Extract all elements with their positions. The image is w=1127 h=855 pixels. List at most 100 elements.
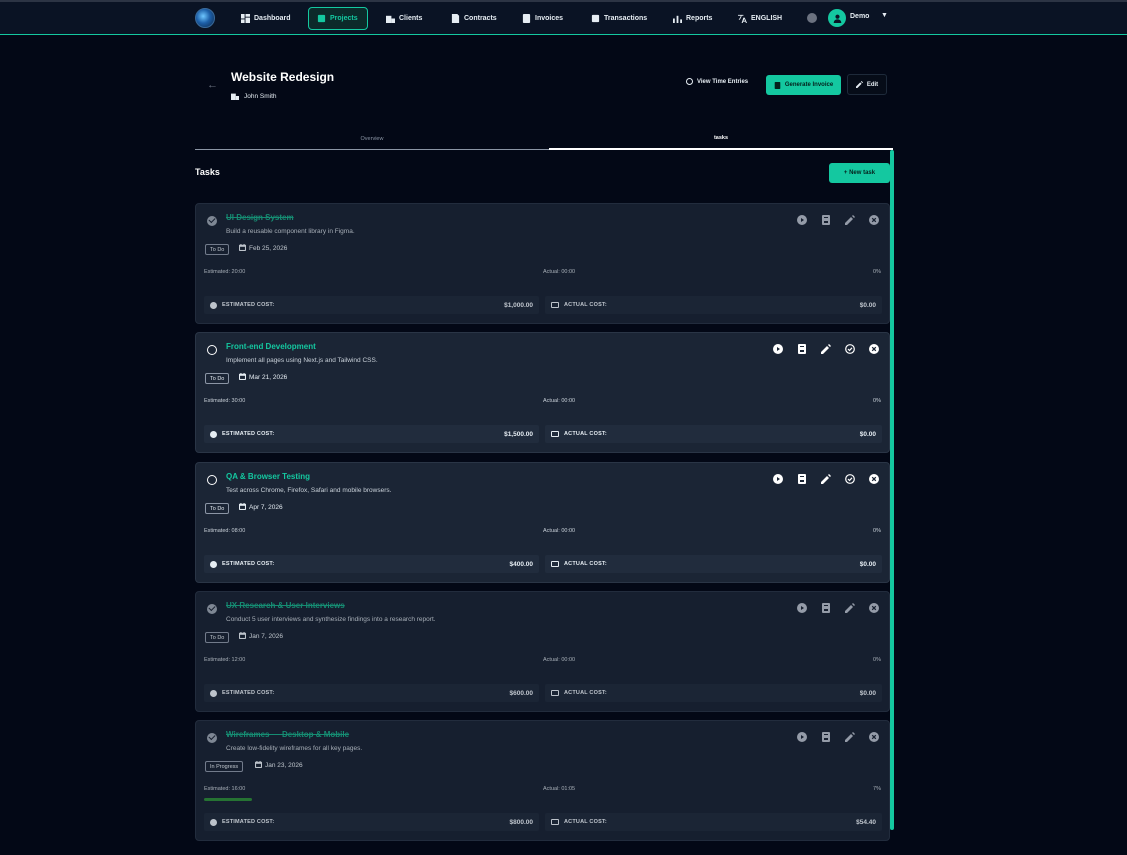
edit-task-icon[interactable] [821,344,831,354]
nav-invoices[interactable]: Invoices [514,7,571,30]
start-timer-icon[interactable] [773,344,783,354]
task-card[interactable]: UX Research & User Interviews Conduct 5 u… [195,591,890,712]
estimated-cost-value: $1,500.00 [504,430,533,438]
estimated-time: Estimated: 30:00 [204,398,246,404]
app-logo[interactable] [195,8,215,28]
task-title[interactable]: Front-end Development [226,342,316,351]
estimated-cost-label: ESTIMATED COST: [222,431,275,437]
client-name[interactable]: John Smith [244,93,277,100]
edit-task-icon[interactable] [845,603,855,613]
nav-clients[interactable]: Clients [378,7,430,30]
actual-time: Actual: 01:05 [543,786,576,792]
estimated-cost-label: ESTIMATED COST: [222,819,275,825]
task-title[interactable]: UI Design System [226,213,294,222]
task-description: Conduct 5 user interviews and synthesize… [226,616,436,623]
start-timer-icon[interactable] [797,732,807,742]
edit-task-icon[interactable] [845,215,855,225]
chevron-down-icon[interactable]: ▼ [881,12,888,19]
cash-icon [551,302,559,308]
calendar-icon [255,761,262,770]
invoice-icon[interactable] [821,603,831,613]
task-card[interactable]: UI Design System Build a reusable compone… [195,203,890,324]
task-card[interactable]: Front-end Development Implement all pages… [195,332,890,453]
actual-cost-label: ACTUAL COST: [564,561,607,567]
delete-task-icon[interactable] [869,474,879,484]
nav-contracts[interactable]: Contracts [443,7,505,30]
nav-reports-label: Reports [686,15,713,22]
view-time-entries-label: View Time Entries [697,78,749,85]
progress-percent: 0% [873,398,881,404]
task-status-circle-icon[interactable] [207,345,217,355]
nav-dashboard[interactable]: Dashboard [233,7,299,30]
task-completed-check-icon[interactable] [207,733,217,743]
task-actions [797,215,879,225]
nav-transactions[interactable]: Transactions [583,7,655,30]
task-completed-check-icon[interactable] [207,216,217,226]
actual-time: Actual: 00:00 [543,398,576,404]
task-title[interactable]: UX Research & User Interviews [226,601,345,610]
edit-project-button[interactable]: Edit [847,74,887,95]
clients-icon [386,15,395,23]
invoice-icon[interactable] [821,215,831,225]
nav-invoices-label: Invoices [535,15,564,22]
delete-task-icon[interactable] [869,344,879,354]
scrollbar[interactable] [890,150,894,830]
actual-time: Actual: 00:00 [543,528,576,534]
start-timer-icon[interactable] [773,474,783,484]
complete-task-icon[interactable] [845,474,855,484]
user-name[interactable]: Demo [850,13,869,20]
dollar-icon [210,301,217,309]
delete-task-icon[interactable] [869,215,879,225]
nav-reports[interactable]: Reports [665,7,720,30]
user-avatar[interactable] [828,9,846,27]
task-title[interactable]: QA & Browser Testing [226,472,310,481]
progress-bar [204,669,884,672]
project-tabs: Overview tasks [195,128,893,150]
invoice-icon[interactable] [821,732,831,742]
task-description: Build a reusable component library in Fi… [226,228,355,235]
nav-dashboard-label: Dashboard [254,15,291,22]
start-timer-icon[interactable] [797,603,807,613]
actual-cost-value: $0.00 [859,560,876,568]
language-selector[interactable]: ENGLISH [730,7,790,30]
edit-task-icon[interactable] [845,732,855,742]
new-task-button[interactable]: + New task [829,163,890,183]
actual-cost-label: ACTUAL COST: [564,819,607,825]
view-time-entries-button[interactable]: View Time Entries [686,78,748,85]
tab-tasks[interactable]: tasks [549,128,893,150]
task-description: Test across Chrome, Firefox, Safari and … [226,487,392,494]
delete-task-icon[interactable] [869,603,879,613]
theme-toggle-icon[interactable] [807,13,817,23]
task-completed-check-icon[interactable] [207,604,217,614]
task-actions [773,344,879,354]
task-description: Create low-fidelity wireframes for all k… [226,745,363,752]
translate-icon [738,14,747,23]
dollar-icon [210,430,217,438]
edit-task-icon[interactable] [821,474,831,484]
nav-projects[interactable]: Projects [308,7,368,30]
pencil-icon [855,81,863,88]
complete-task-icon[interactable] [845,344,855,354]
start-timer-icon[interactable] [797,215,807,225]
tasks-heading: Tasks [195,167,220,177]
estimated-time: Estimated: 08:00 [204,528,246,534]
invoice-icon[interactable] [797,474,807,484]
task-actions [797,732,879,742]
back-arrow-icon[interactable]: ← [207,79,218,91]
task-title[interactable]: Wireframes — Desktop & Mobile [226,730,349,739]
delete-task-icon[interactable] [869,732,879,742]
generate-invoice-button[interactable]: Generate Invoice [766,75,841,95]
invoice-icon[interactable] [797,344,807,354]
estimated-cost-box: ESTIMATED COST: $1,500.00 [204,425,539,443]
progress-bar [204,540,884,543]
dollar-icon [210,560,217,568]
clock-icon [686,78,693,85]
due-date: Mar 21, 2026 [239,373,287,382]
status-badge: To Do [205,373,230,384]
task-status-circle-icon[interactable] [207,475,217,485]
task-card[interactable]: Wireframes — Desktop & Mobile Create low-… [195,720,890,841]
task-card[interactable]: QA & Browser Testing Test across Chrome, … [195,462,890,583]
tab-overview[interactable]: Overview [195,128,549,150]
user-icon [833,14,841,23]
due-date-text: Feb 25, 2026 [249,245,288,252]
